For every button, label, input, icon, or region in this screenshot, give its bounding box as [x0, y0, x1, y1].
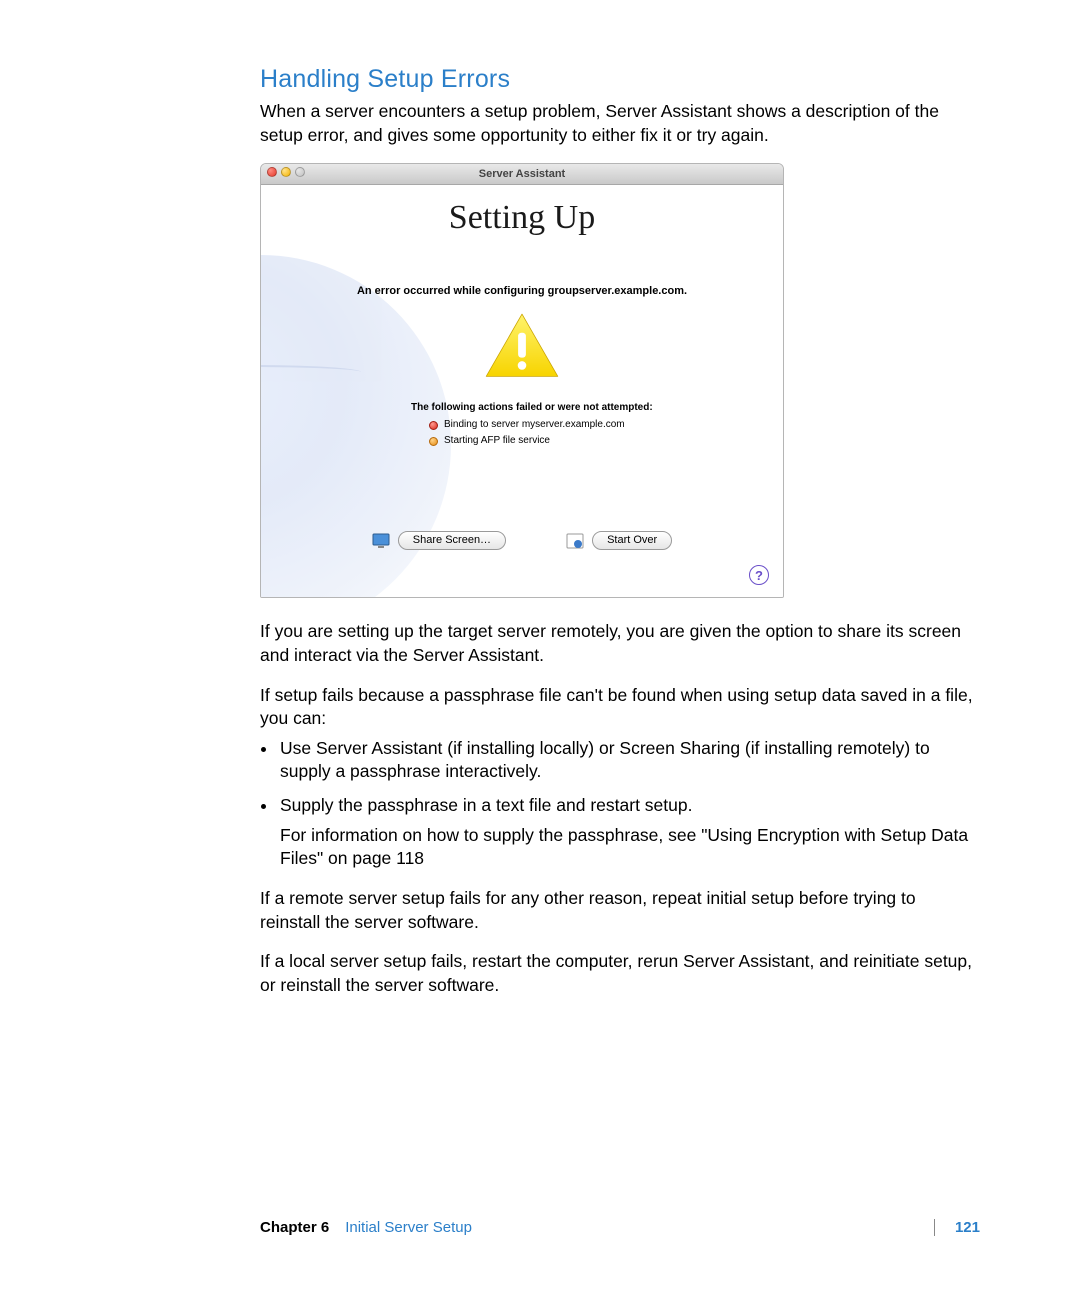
action-list: Binding to server myserver.example.com S… — [261, 417, 783, 449]
warning-icon — [483, 311, 561, 381]
list-text: Supply the passphrase in a text file and… — [280, 795, 692, 815]
body-paragraph: If you are setting up the target server … — [260, 620, 980, 667]
action-item: Starting AFP file service — [429, 433, 783, 449]
share-screen-button[interactable]: Share Screen… — [398, 531, 506, 550]
window-traffic-lights — [267, 167, 305, 177]
body-paragraph: If a remote server setup fails for any o… — [260, 887, 980, 934]
window-title: Server Assistant — [479, 168, 565, 180]
action-text: Starting AFP file service — [444, 433, 550, 449]
minimize-icon[interactable] — [281, 167, 291, 177]
server-assistant-window: Server Assistant Setting Up An error occ… — [260, 163, 784, 598]
start-over-button[interactable]: Start Over — [592, 531, 672, 550]
action-text: Binding to server myserver.example.com — [444, 417, 625, 433]
window-heading: Setting Up — [261, 199, 783, 237]
zoom-icon — [295, 167, 305, 177]
page-number: 121 — [934, 1219, 980, 1236]
action-item: Binding to server myserver.example.com — [429, 417, 783, 433]
page-footer: Chapter 6 Initial Server Setup 121 — [0, 1219, 1080, 1236]
status-skipped-icon — [429, 437, 438, 446]
close-icon[interactable] — [267, 167, 277, 177]
screen-sharing-icon — [372, 533, 390, 549]
window-titlebar: Server Assistant — [261, 164, 783, 185]
body-paragraph: If a local server setup fails, restart t… — [260, 950, 980, 997]
list-item: Supply the passphrase in a text file and… — [278, 794, 980, 871]
help-icon[interactable]: ? — [749, 565, 769, 585]
bullet-list: Use Server Assistant (if installing loca… — [260, 737, 980, 871]
error-message: An error occurred while configuring grou… — [261, 285, 783, 297]
body-paragraph: If setup fails because a passphrase file… — [260, 684, 980, 731]
actions-label: The following actions failed or were not… — [261, 402, 783, 413]
intro-paragraph: When a server encounters a setup problem… — [260, 100, 980, 147]
chapter-title: Initial Server Setup — [345, 1219, 472, 1236]
status-failed-icon — [429, 421, 438, 430]
assistant-icon — [566, 533, 584, 549]
list-text: Use Server Assistant (if installing loca… — [280, 738, 930, 782]
chapter-label: Chapter 6 — [260, 1219, 329, 1236]
section-title: Handling Setup Errors — [260, 65, 980, 94]
list-subtext: For information on how to supply the pas… — [280, 824, 980, 871]
list-item: Use Server Assistant (if installing loca… — [278, 737, 980, 784]
